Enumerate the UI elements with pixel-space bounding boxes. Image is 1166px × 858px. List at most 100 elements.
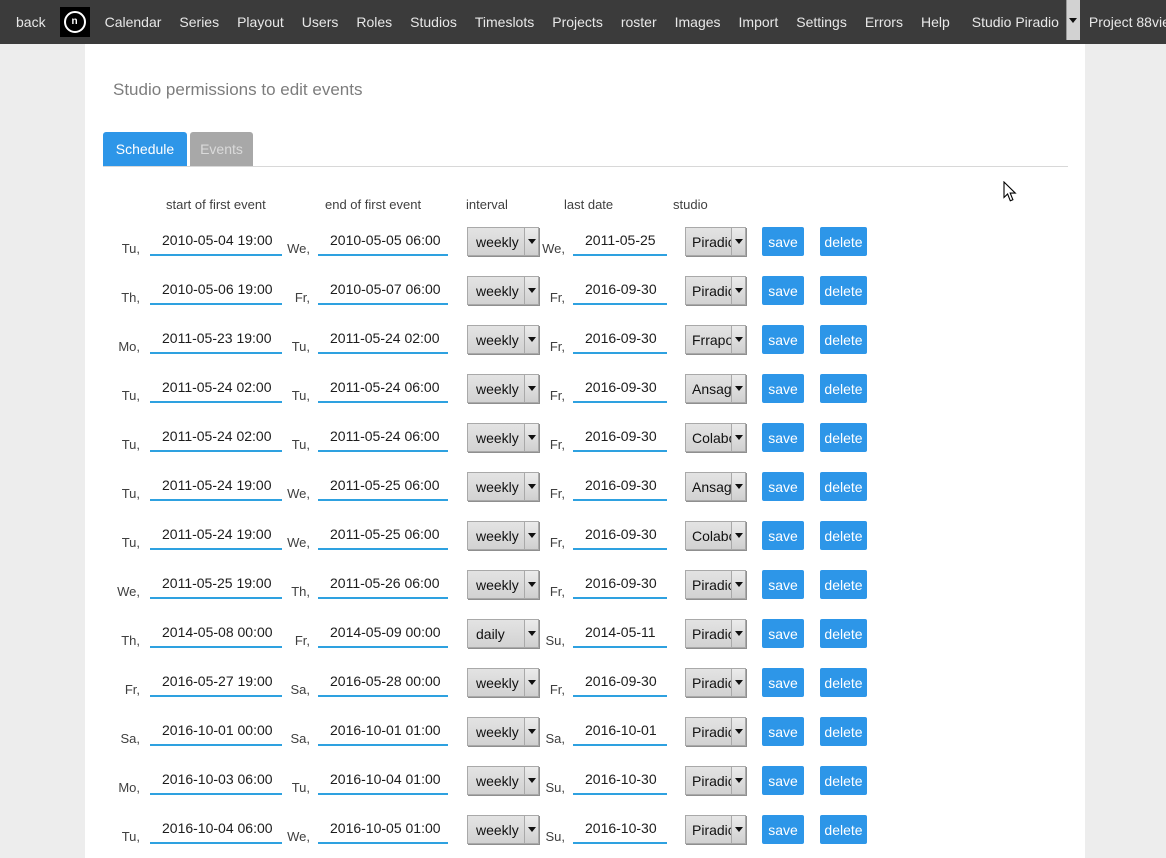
delete-button[interactable]: delete	[820, 276, 867, 305]
chevron-down-icon[interactable]	[524, 473, 538, 500]
nav-item-settings[interactable]: Settings	[787, 14, 856, 30]
studio-select[interactable]: Ansage	[685, 472, 746, 501]
delete-button[interactable]: delete	[820, 472, 867, 501]
nav-item-images[interactable]: Images	[666, 14, 730, 30]
save-button[interactable]: save	[762, 668, 804, 697]
interval-select[interactable]: weekly	[467, 717, 539, 746]
interval-select[interactable]: weekly	[467, 815, 539, 844]
chevron-down-icon[interactable]	[524, 816, 538, 843]
start-datetime-input[interactable]	[150, 621, 282, 648]
save-button[interactable]: save	[762, 521, 804, 550]
save-button[interactable]: save	[762, 276, 804, 305]
end-datetime-input[interactable]	[318, 425, 448, 452]
chevron-down-icon[interactable]	[524, 571, 538, 598]
chevron-down-icon[interactable]	[731, 816, 745, 843]
interval-select[interactable]: weekly	[467, 668, 539, 697]
chevron-down-icon[interactable]	[524, 375, 538, 402]
delete-button[interactable]: delete	[820, 521, 867, 550]
chevron-down-icon[interactable]	[731, 326, 745, 353]
chevron-down-icon[interactable]	[1066, 0, 1080, 40]
chevron-down-icon[interactable]	[524, 522, 538, 549]
chevron-down-icon[interactable]	[524, 767, 538, 794]
save-button[interactable]: save	[762, 227, 804, 256]
last-date-input[interactable]	[573, 768, 667, 795]
nav-item-playout[interactable]: Playout	[228, 14, 293, 30]
start-datetime-input[interactable]	[150, 278, 282, 305]
nav-item-projects[interactable]: Projects	[543, 14, 612, 30]
delete-button[interactable]: delete	[820, 619, 867, 648]
end-datetime-input[interactable]	[318, 621, 448, 648]
end-datetime-input[interactable]	[318, 376, 448, 403]
save-button[interactable]: save	[762, 374, 804, 403]
delete-button[interactable]: delete	[820, 815, 867, 844]
start-datetime-input[interactable]	[150, 719, 282, 746]
end-datetime-input[interactable]	[318, 817, 448, 844]
interval-select[interactable]: weekly	[467, 766, 539, 795]
end-datetime-input[interactable]	[318, 278, 448, 305]
interval-select[interactable]: weekly	[467, 570, 539, 599]
nav-item-roles[interactable]: Roles	[347, 14, 401, 30]
nav-item-calendar[interactable]: Calendar	[96, 14, 171, 30]
chevron-down-icon[interactable]	[524, 424, 538, 451]
delete-button[interactable]: delete	[820, 766, 867, 795]
end-datetime-input[interactable]	[318, 523, 448, 550]
studio-select[interactable]: Piradio	[685, 668, 746, 697]
studio-select[interactable]: Piradio	[685, 717, 746, 746]
nav-item-users[interactable]: Users	[293, 14, 348, 30]
interval-select[interactable]: weekly	[467, 374, 539, 403]
start-datetime-input[interactable]	[150, 229, 282, 256]
end-datetime-input[interactable]	[318, 327, 448, 354]
tab-events[interactable]: Events	[190, 132, 253, 166]
chevron-down-icon[interactable]	[731, 277, 745, 304]
nav-item-series[interactable]: Series	[170, 14, 228, 30]
studio-dropdown[interactable]: Studio Piradio	[963, 0, 1080, 44]
chevron-down-icon[interactable]	[524, 718, 538, 745]
save-button[interactable]: save	[762, 423, 804, 452]
chevron-down-icon[interactable]	[524, 620, 538, 647]
nav-item-errors[interactable]: Errors	[856, 14, 912, 30]
studio-select[interactable]: Colabo	[685, 423, 746, 452]
studio-select[interactable]: Colabo	[685, 521, 746, 550]
save-button[interactable]: save	[762, 472, 804, 501]
studio-select[interactable]: Piradio	[685, 227, 746, 256]
nav-item-timeslots[interactable]: Timeslots	[466, 14, 543, 30]
save-button[interactable]: save	[762, 570, 804, 599]
last-date-input[interactable]	[573, 523, 667, 550]
nav-item-studios[interactable]: Studios	[401, 14, 466, 30]
app-logo-icon[interactable]: n	[60, 7, 90, 37]
chevron-down-icon[interactable]	[524, 277, 538, 304]
start-datetime-input[interactable]	[150, 474, 282, 501]
chevron-down-icon[interactable]	[524, 326, 538, 353]
chevron-down-icon[interactable]	[731, 228, 745, 255]
studio-select[interactable]: Piradio	[685, 570, 746, 599]
chevron-down-icon[interactable]	[731, 669, 745, 696]
start-datetime-input[interactable]	[150, 572, 282, 599]
save-button[interactable]: save	[762, 815, 804, 844]
start-datetime-input[interactable]	[150, 523, 282, 550]
interval-select[interactable]: weekly	[467, 423, 539, 452]
end-datetime-input[interactable]	[318, 474, 448, 501]
chevron-down-icon[interactable]	[731, 718, 745, 745]
last-date-input[interactable]	[573, 572, 667, 599]
interval-select[interactable]: weekly	[467, 472, 539, 501]
last-date-input[interactable]	[573, 474, 667, 501]
last-date-input[interactable]	[573, 229, 667, 256]
save-button[interactable]: save	[762, 766, 804, 795]
tab-schedule[interactable]: Schedule	[103, 132, 187, 166]
delete-button[interactable]: delete	[820, 374, 867, 403]
interval-select[interactable]: weekly	[467, 276, 539, 305]
end-datetime-input[interactable]	[318, 572, 448, 599]
end-datetime-input[interactable]	[318, 768, 448, 795]
nav-item-help[interactable]: Help	[912, 14, 959, 30]
end-datetime-input[interactable]	[318, 229, 448, 256]
start-datetime-input[interactable]	[150, 425, 282, 452]
save-button[interactable]: save	[762, 325, 804, 354]
delete-button[interactable]: delete	[820, 668, 867, 697]
start-datetime-input[interactable]	[150, 768, 282, 795]
last-date-input[interactable]	[573, 621, 667, 648]
studio-select[interactable]: Piradio	[685, 619, 746, 648]
save-button[interactable]: save	[762, 717, 804, 746]
chevron-down-icon[interactable]	[524, 228, 538, 255]
last-date-input[interactable]	[573, 278, 667, 305]
back-link[interactable]: back	[0, 14, 56, 30]
